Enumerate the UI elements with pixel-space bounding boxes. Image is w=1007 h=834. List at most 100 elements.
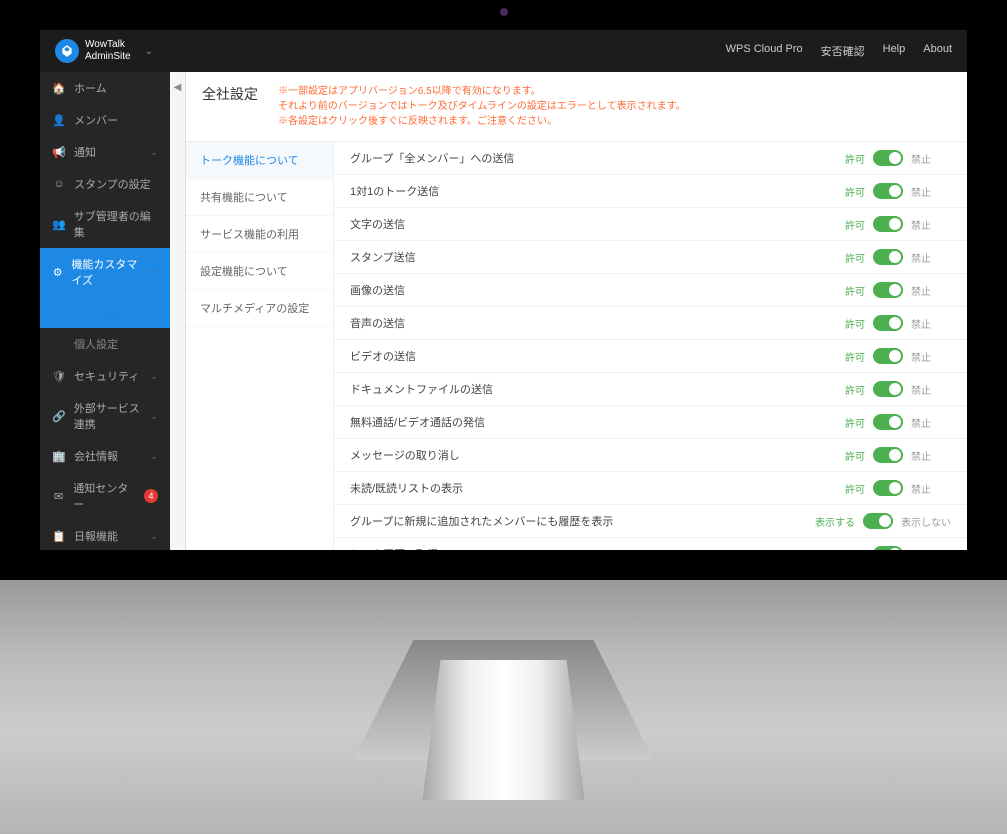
sidebar-item-customize[interactable]: ⚙ 機能カスタマイズ ⌃	[40, 248, 170, 296]
toggle-wrap: 許可禁止	[825, 480, 951, 496]
tab-list: トーク機能について 共有機能について サービス機能の利用 設定機能について マル…	[186, 142, 334, 550]
sidebar-item-label: 全社設定	[74, 304, 118, 320]
toggle-switch[interactable]	[873, 150, 903, 166]
sidebar-item-label: 日報機能	[74, 528, 118, 544]
sidebar-sub-company[interactable]: 全社設定	[40, 296, 170, 328]
toggle-off-label: 禁止	[911, 184, 951, 199]
toggle-switch[interactable]	[873, 282, 903, 298]
report-icon: 📋	[52, 529, 66, 543]
toggle-off-label: 禁止	[911, 151, 951, 166]
toggle-off-label: 禁止	[911, 349, 951, 364]
setting-label: 1対1のトーク送信	[350, 183, 825, 199]
setting-row: ビデオの送信許可禁止	[334, 340, 967, 373]
logo-text: WowTalk AdminSite	[85, 39, 131, 63]
toggle-wrap: 許可 禁止	[825, 348, 951, 364]
chevron-down-icon: ⌄	[150, 451, 158, 462]
setting-label: 文字の送信	[350, 216, 825, 232]
toggle-on-label: 許可	[825, 547, 865, 551]
setting-row: 文字の送信許可禁止	[334, 208, 967, 241]
topbar-link-help[interactable]: Help	[883, 43, 906, 59]
toggle-switch[interactable]	[873, 315, 903, 331]
sidebar-sub-personal[interactable]: 個人設定	[40, 328, 170, 360]
toggle-switch[interactable]	[863, 513, 893, 529]
sidebar-item-home[interactable]: 🏠 ホーム	[40, 72, 170, 104]
sidebar-item-external[interactable]: 🔗 外部サービス連携 ⌄	[40, 392, 170, 440]
setting-row: メッセージの取り消し許可禁止	[334, 439, 967, 472]
sidebar-item-subadmin[interactable]: 👥 サブ管理者の編集	[40, 200, 170, 248]
shield-icon: 🛡	[52, 369, 66, 383]
customize-icon: ⚙	[52, 265, 63, 279]
toggle-off-label: 禁止	[911, 547, 951, 551]
monitor-stand-bg	[0, 580, 1007, 834]
toggle-switch[interactable]	[873, 414, 903, 430]
sidebar-item-security[interactable]: 🛡 セキュリティ ⌄	[40, 360, 170, 392]
chevron-up-icon: ⌃	[150, 267, 158, 278]
toggle-wrap: 許可禁止	[825, 447, 951, 463]
toggle-switch[interactable]	[873, 348, 903, 364]
toggle-on-label: 許可	[825, 316, 865, 331]
sidebar-item-notif-center[interactable]: ✉ 通知センター 4	[40, 472, 170, 520]
toggle-on-label: 許可	[825, 217, 865, 232]
chevron-down-icon: ⌄	[150, 147, 158, 158]
setting-row: 音声の送信許可 禁止	[334, 307, 967, 340]
topbar-link-wps[interactable]: WPS Cloud Pro	[726, 43, 803, 59]
webcam-icon	[500, 8, 508, 16]
sidebar-item-label: 外部サービス連携	[74, 400, 143, 432]
sidebar-item-label: メンバー	[74, 112, 118, 128]
setting-row: グループ「全メンバー」への送信許可禁止	[334, 142, 967, 175]
toggle-on-label: 許可	[825, 283, 865, 298]
company-icon: 🏢	[52, 449, 66, 463]
content-header: 全社設定 ※一部設定はアプリバージョン6.5以降で有効になります。 それより前の…	[186, 72, 967, 142]
toggle-switch[interactable]	[873, 249, 903, 265]
topbar-link-about[interactable]: About	[923, 43, 952, 59]
toggle-off-label: 表示しない	[901, 514, 951, 529]
toggle-switch[interactable]	[873, 546, 903, 550]
setting-row: グループに新規に追加されたメンバーにも履歴を表示表示する表示しない	[334, 505, 967, 538]
page-title: 全社設定	[202, 84, 258, 104]
sidebar-item-member[interactable]: 👤 メンバー	[40, 104, 170, 136]
collapse-sidebar-button[interactable]: ◀	[170, 72, 186, 550]
subadmin-icon: 👥	[52, 217, 66, 231]
toggle-switch[interactable]	[873, 447, 903, 463]
toggle-switch[interactable]	[873, 480, 903, 496]
toggle-on-label: 許可	[825, 349, 865, 364]
sidebar-item-label: 会社情報	[74, 448, 118, 464]
chevron-down-icon: ⌄	[150, 371, 158, 382]
home-icon: 🏠	[52, 81, 66, 95]
toggle-off-label: 禁止	[911, 316, 951, 331]
setting-row: 未読/既読リストの表示許可禁止	[334, 472, 967, 505]
notif-icon: ✉	[52, 489, 65, 503]
setting-label: メッセージの取り消し	[350, 447, 825, 463]
toggle-off-label: 禁止	[911, 415, 951, 430]
topbar: WowTalk AdminSite ⌄ WPS Cloud Pro 安否確認 H…	[40, 30, 967, 72]
topbar-link-safety[interactable]: 安否確認	[821, 43, 865, 59]
sidebar-item-company-info[interactable]: 🏢 会社情報 ⌄	[40, 440, 170, 472]
toggle-wrap: 許可 禁止	[825, 183, 951, 199]
chevron-down-icon[interactable]: ⌄	[145, 46, 153, 57]
setting-row: 1対1のトーク送信許可 禁止	[334, 175, 967, 208]
tab-service[interactable]: サービス機能の利用	[186, 216, 333, 253]
toggle-switch[interactable]	[873, 216, 903, 232]
tab-talk[interactable]: トーク機能について	[186, 142, 333, 179]
link-icon: 🔗	[52, 409, 66, 423]
toggle-wrap: 許可禁止	[825, 216, 951, 232]
toggle-wrap: 許可禁止	[825, 282, 951, 298]
logo-icon	[55, 39, 79, 63]
warning-text: ※一部設定はアプリバージョン6.5以降で有効になります。 それより前のバージョン…	[278, 84, 686, 129]
tab-multimedia[interactable]: マルチメディアの設定	[186, 290, 333, 327]
tab-share[interactable]: 共有機能について	[186, 179, 333, 216]
sidebar-item-label: サブ管理者の編集	[74, 208, 158, 240]
sidebar-item-report[interactable]: 📋 日報機能 ⌄	[40, 520, 170, 550]
logo[interactable]: WowTalk AdminSite ⌄	[55, 39, 153, 63]
toggle-switch[interactable]	[873, 381, 903, 397]
toggle-wrap: 許可 禁止	[825, 546, 951, 550]
tab-settings[interactable]: 設定機能について	[186, 253, 333, 290]
setting-label: 音声の送信	[350, 315, 825, 331]
toggle-on-label: 許可	[825, 184, 865, 199]
toggle-switch[interactable]	[873, 183, 903, 199]
sidebar-item-notification[interactable]: 📢 通知 ⌄	[40, 136, 170, 168]
sidebar-item-stamp[interactable]: ☺ スタンプの設定	[40, 168, 170, 200]
setting-row: トーク履歴の取得許可禁止	[334, 538, 967, 550]
toggle-off-label: 禁止	[911, 448, 951, 463]
setting-label: 無料通話/ビデオ通話の発信	[350, 414, 825, 430]
